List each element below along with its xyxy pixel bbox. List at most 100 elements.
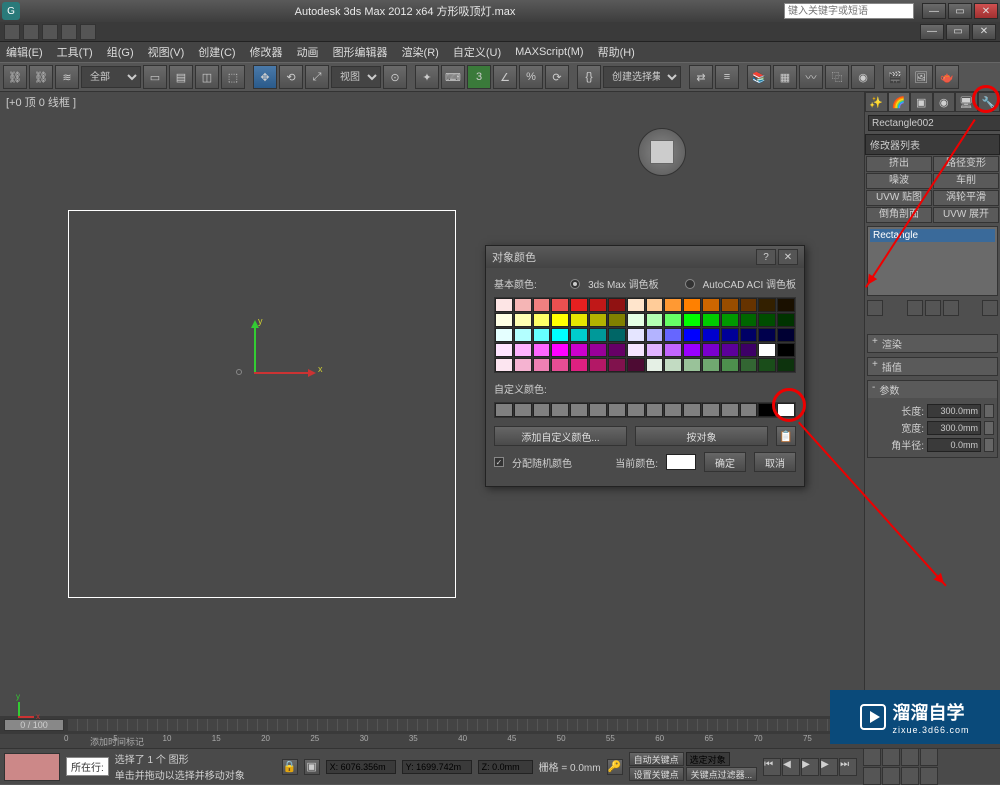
zoom-all-icon[interactable] <box>882 748 900 766</box>
palette-swatch[interactable] <box>570 298 588 312</box>
palette-swatch[interactable] <box>608 328 626 342</box>
align-icon[interactable]: ≡ <box>715 65 739 89</box>
palette-swatch[interactable] <box>664 358 682 372</box>
palette-swatch[interactable] <box>664 343 682 357</box>
unlink-icon[interactable]: ⛓ <box>29 65 53 89</box>
palette-swatch[interactable] <box>627 358 645 372</box>
palette-swatch[interactable] <box>533 358 551 372</box>
help-search-input[interactable] <box>784 3 914 19</box>
palette-swatch[interactable] <box>495 328 513 342</box>
doc-minimize-button[interactable]: — <box>920 24 944 40</box>
custom-swatch[interactable] <box>721 403 739 417</box>
dialog-titlebar[interactable]: 对象颜色 ? ✕ <box>486 246 804 268</box>
palette-swatch[interactable] <box>533 328 551 342</box>
keyboard-shortcut-icon[interactable]: ⌨ <box>441 65 465 89</box>
spinner-snap-icon[interactable]: ⟳ <box>545 65 569 89</box>
mod-uvwmap[interactable]: UVW 贴图 <box>866 190 932 206</box>
custom-swatch-black[interactable] <box>758 403 776 417</box>
cancel-button[interactable]: 取消 <box>754 452 796 472</box>
palette-swatch[interactable] <box>608 358 626 372</box>
custom-swatch[interactable] <box>589 403 607 417</box>
palette-swatch[interactable] <box>721 358 739 372</box>
material-editor-icon[interactable]: ◉ <box>851 65 875 89</box>
palette-swatch[interactable] <box>777 358 795 372</box>
palette-swatch[interactable] <box>777 328 795 342</box>
show-end-result-icon[interactable] <box>907 300 923 316</box>
palette-swatch[interactable] <box>627 343 645 357</box>
qat-save-icon[interactable] <box>42 24 58 40</box>
palette-swatch[interactable] <box>683 343 701 357</box>
qat-undo-icon[interactable] <box>61 24 77 40</box>
rollup-interpolation[interactable]: +插值 <box>867 357 998 376</box>
qat-new-icon[interactable] <box>4 24 20 40</box>
app-icon[interactable]: G <box>2 2 20 20</box>
custom-swatch[interactable] <box>495 403 513 417</box>
stack-rectangle[interactable]: Rectangle <box>870 229 995 242</box>
palette-swatch[interactable] <box>589 343 607 357</box>
add-custom-color-button[interactable]: 添加自定义颜色... <box>494 426 627 446</box>
palette-swatch[interactable] <box>758 328 776 342</box>
palette-swatch[interactable] <box>683 298 701 312</box>
link-icon[interactable]: ⛓ <box>3 65 27 89</box>
x-coord-input[interactable] <box>326 760 396 774</box>
lock-selection-icon[interactable]: 🔒 <box>282 759 298 775</box>
menu-rendering[interactable]: 渲染(R) <box>402 44 439 60</box>
palette-swatch[interactable] <box>551 358 569 372</box>
custom-swatch[interactable] <box>646 403 664 417</box>
select-object-icon[interactable]: ▭ <box>143 65 167 89</box>
layer-manager-icon[interactable]: 📚 <box>747 65 771 89</box>
menu-tools[interactable]: 工具(T) <box>57 44 93 60</box>
script-mini-listener[interactable] <box>4 753 60 781</box>
next-frame-icon[interactable]: ▶ <box>820 758 838 776</box>
palette-swatch[interactable] <box>740 328 758 342</box>
palette-swatch[interactable] <box>627 298 645 312</box>
custom-swatch[interactable] <box>551 403 569 417</box>
palette-swatch[interactable] <box>702 328 720 342</box>
key-selset[interactable] <box>686 752 730 766</box>
dialog-help-button[interactable]: ? <box>756 249 776 265</box>
close-button[interactable]: ✕ <box>974 3 998 19</box>
palette-swatch[interactable] <box>589 358 607 372</box>
palette-swatch[interactable] <box>721 298 739 312</box>
mod-turbosmooth[interactable]: 涡轮平滑 <box>933 190 999 206</box>
display-tab-icon[interactable]: 🖥 <box>955 92 978 112</box>
zoom-extents-icon[interactable] <box>901 748 919 766</box>
object-name-input[interactable] <box>868 115 1000 131</box>
palette-swatch[interactable] <box>683 313 701 327</box>
palette-swatch[interactable] <box>570 343 588 357</box>
keyfilter-button[interactable]: 关键点过滤器... <box>686 767 758 781</box>
named-selset-dropdown[interactable]: 创建选择集 <box>603 66 681 88</box>
z-coord-input[interactable] <box>478 760 533 774</box>
current-color-swatch[interactable] <box>666 454 696 470</box>
assign-random-checkbox[interactable]: ✓ <box>494 457 504 467</box>
select-rotate-icon[interactable]: ⟲ <box>279 65 303 89</box>
custom-swatch[interactable] <box>627 403 645 417</box>
menu-modifiers[interactable]: 修改器 <box>250 44 283 60</box>
configure-sets-icon[interactable] <box>982 300 998 316</box>
palette-swatch[interactable] <box>514 313 532 327</box>
time-slider-handle[interactable]: 0 / 100 <box>4 719 64 731</box>
palette-swatch[interactable] <box>533 313 551 327</box>
y-coord-input[interactable] <box>402 760 472 774</box>
select-region-icon[interactable]: ◫ <box>195 65 219 89</box>
goto-start-icon[interactable]: ⏮ <box>763 758 781 776</box>
select-by-name-icon[interactable]: ▤ <box>169 65 193 89</box>
palette-swatch[interactable] <box>646 328 664 342</box>
length-spinner[interactable] <box>984 404 994 418</box>
motion-tab-icon[interactable]: ◉ <box>933 92 956 112</box>
mod-pathdeform[interactable]: 路径变形 <box>933 156 999 172</box>
ok-button[interactable]: 确定 <box>704 452 746 472</box>
palette-swatch[interactable] <box>533 298 551 312</box>
palette-swatch[interactable] <box>664 328 682 342</box>
palette-swatch[interactable] <box>514 358 532 372</box>
palette-swatch[interactable] <box>495 313 513 327</box>
bind-spacewarp-icon[interactable]: ≋ <box>55 65 79 89</box>
palette-swatch[interactable] <box>664 313 682 327</box>
palette-swatch[interactable] <box>777 298 795 312</box>
hierarchy-tab-icon[interactable]: ▣ <box>910 92 933 112</box>
palette-swatch[interactable] <box>702 358 720 372</box>
palette-swatch[interactable] <box>758 358 776 372</box>
window-crossing-icon[interactable]: ⬚ <box>221 65 245 89</box>
goto-end-icon[interactable]: ⏭ <box>839 758 857 776</box>
menu-maxscript[interactable]: MAXScript(M) <box>515 46 583 58</box>
